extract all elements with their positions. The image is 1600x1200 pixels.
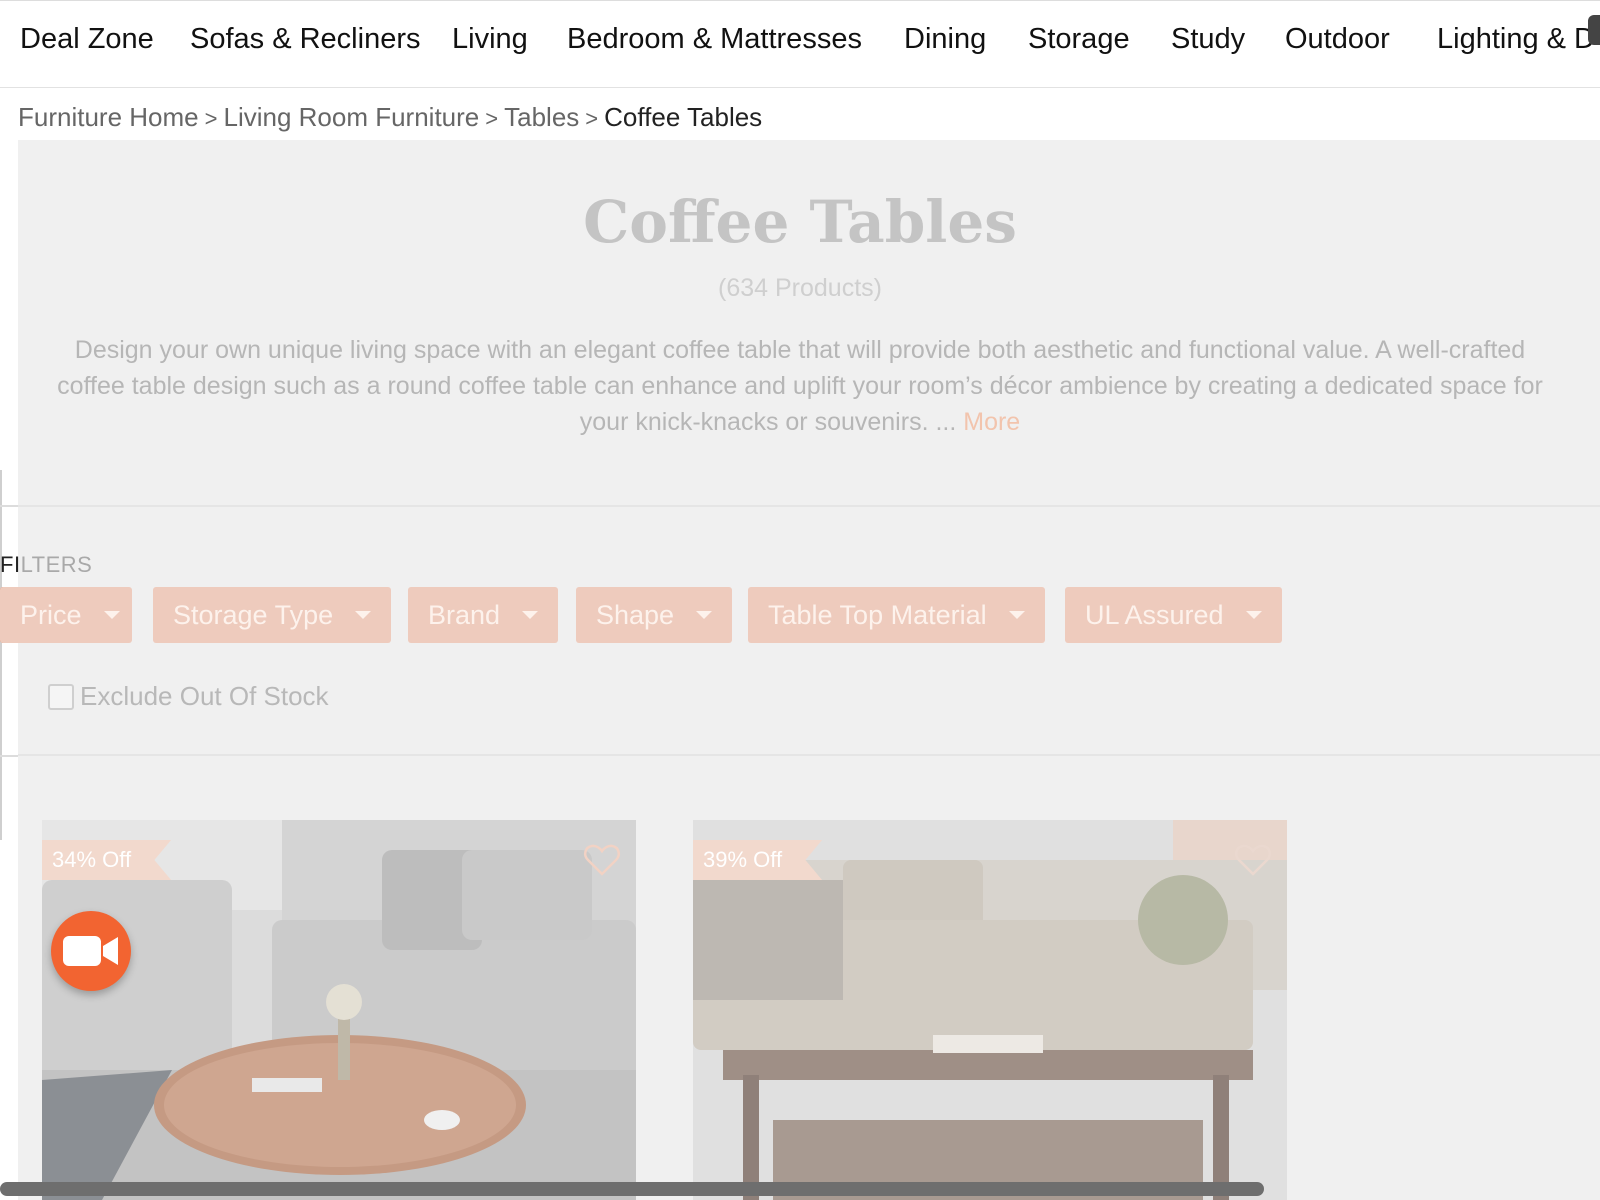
caret-down-icon [522, 611, 539, 619]
caret-down-icon [696, 611, 713, 619]
caret-down-icon [1008, 611, 1025, 619]
nav-item-bedroom-mattresses[interactable]: Bedroom & Mattresses [567, 23, 862, 56]
filter-price-label: Price [20, 599, 82, 630]
horizontal-scrollbar[interactable] [0, 1182, 1264, 1196]
breadcrumb-separator: > [204, 106, 218, 131]
breadcrumb-living-room-furniture[interactable]: Living Room Furniture [223, 102, 479, 132]
nav-item-study[interactable]: Study [1171, 23, 1245, 56]
nav-item-sofas-recliners[interactable]: Sofas & Recliners [190, 23, 421, 56]
filter-table-top-material-button[interactable]: Table Top Material [748, 587, 1045, 643]
nav-item-lighting-decor[interactable]: Lighting & D [1437, 23, 1595, 56]
filter-shape-button[interactable]: Shape [576, 587, 733, 643]
left-edge-divider [0, 470, 2, 840]
caret-down-icon [1245, 611, 1262, 619]
breadcrumb-current: Coffee Tables [604, 102, 763, 132]
product-card[interactable]: 34% Off [42, 820, 636, 1200]
heart-icon[interactable] [582, 840, 622, 880]
exclude-out-of-stock-checkbox[interactable] [48, 683, 74, 710]
filters-heading-dimmed: LTERS [20, 552, 93, 577]
filters-heading: FILTERS [0, 552, 92, 578]
filters-heading-visible: FI [0, 552, 21, 577]
breadcrumb-separator: > [485, 106, 499, 131]
caret-down-icon [355, 611, 372, 619]
category-description: Design your own unique living space with… [48, 332, 1552, 440]
heart-icon[interactable] [1233, 840, 1273, 880]
filter-table-top-material-label: Table Top Material [768, 599, 987, 630]
left-margin [0, 140, 18, 1200]
category-description-text: Design your own unique living space with… [57, 336, 1543, 436]
product-count: (634 Products) [718, 274, 882, 302]
discount-badge: 34% Off [42, 840, 172, 880]
section-divider [18, 505, 1600, 507]
nav-item-living[interactable]: Living [452, 23, 528, 56]
filter-shape-label: Shape [596, 599, 675, 630]
nav-item-dining[interactable]: Dining [904, 23, 986, 56]
nav-item-storage[interactable]: Storage [1028, 23, 1130, 56]
filter-brand-label: Brand [428, 599, 501, 630]
breadcrumb-separator: > [585, 106, 599, 131]
video-camera-icon [63, 936, 118, 966]
nav-item-outdoor[interactable]: Outdoor [1285, 23, 1390, 56]
product-card[interactable]: 39% Off [693, 820, 1287, 1200]
filter-storage-type-button[interactable]: Storage Type [153, 587, 392, 643]
nav-scroll-handle[interactable] [1588, 15, 1600, 45]
read-more-link[interactable]: More [963, 408, 1020, 436]
breadcrumb: Furniture Home > Living Room Furniture > Tab… [18, 102, 762, 133]
breadcrumb-tables[interactable]: Tables [504, 102, 579, 132]
filter-brand-button[interactable]: Brand [408, 587, 559, 643]
category-content-overlay: Coffee Tables (634 Products) Design your… [18, 140, 1600, 1200]
discount-badge: 39% Off [693, 840, 823, 880]
filter-ul-assured-button[interactable]: UL Assured [1065, 587, 1282, 643]
page-title: Coffee Tables [583, 188, 1017, 256]
filter-storage-type-label: Storage Type [173, 599, 334, 630]
breadcrumb-furniture-home[interactable]: Furniture Home [18, 102, 199, 132]
filter-price-button[interactable]: Price [0, 587, 132, 643]
nav-item-deal-zone[interactable]: Deal Zone [20, 23, 154, 56]
exclude-out-of-stock-toggle[interactable]: Exclude Out Of Stock [48, 681, 329, 712]
divider [0, 755, 18, 757]
divider [0, 505, 18, 507]
video-call-button[interactable] [51, 911, 131, 991]
top-navigation: Deal Zone Sofas & Recliners Living Bedro… [0, 0, 1600, 88]
exclude-out-of-stock-label: Exclude Out Of Stock [80, 681, 329, 711]
caret-down-icon [103, 611, 120, 619]
section-divider [18, 754, 1600, 756]
filter-ul-assured-label: UL Assured [1085, 599, 1224, 630]
